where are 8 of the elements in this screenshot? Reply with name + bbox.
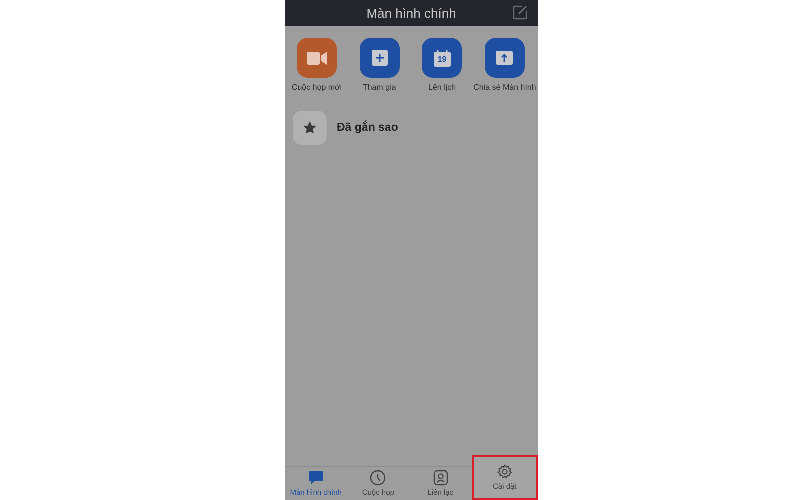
action-label: Chia sẻ Màn hình — [474, 83, 536, 92]
calendar-icon: 19 — [434, 50, 451, 66]
action-tile[interactable]: 19 — [422, 38, 462, 78]
starred-label[interactable]: Đã gắn sao — [337, 122, 398, 134]
action-label: Cuộc họp mới — [292, 83, 342, 92]
action-label: Lên lịch — [428, 83, 456, 92]
screen-title: Màn hình chính — [366, 6, 456, 20]
action-label: Tham gia — [362, 83, 396, 92]
